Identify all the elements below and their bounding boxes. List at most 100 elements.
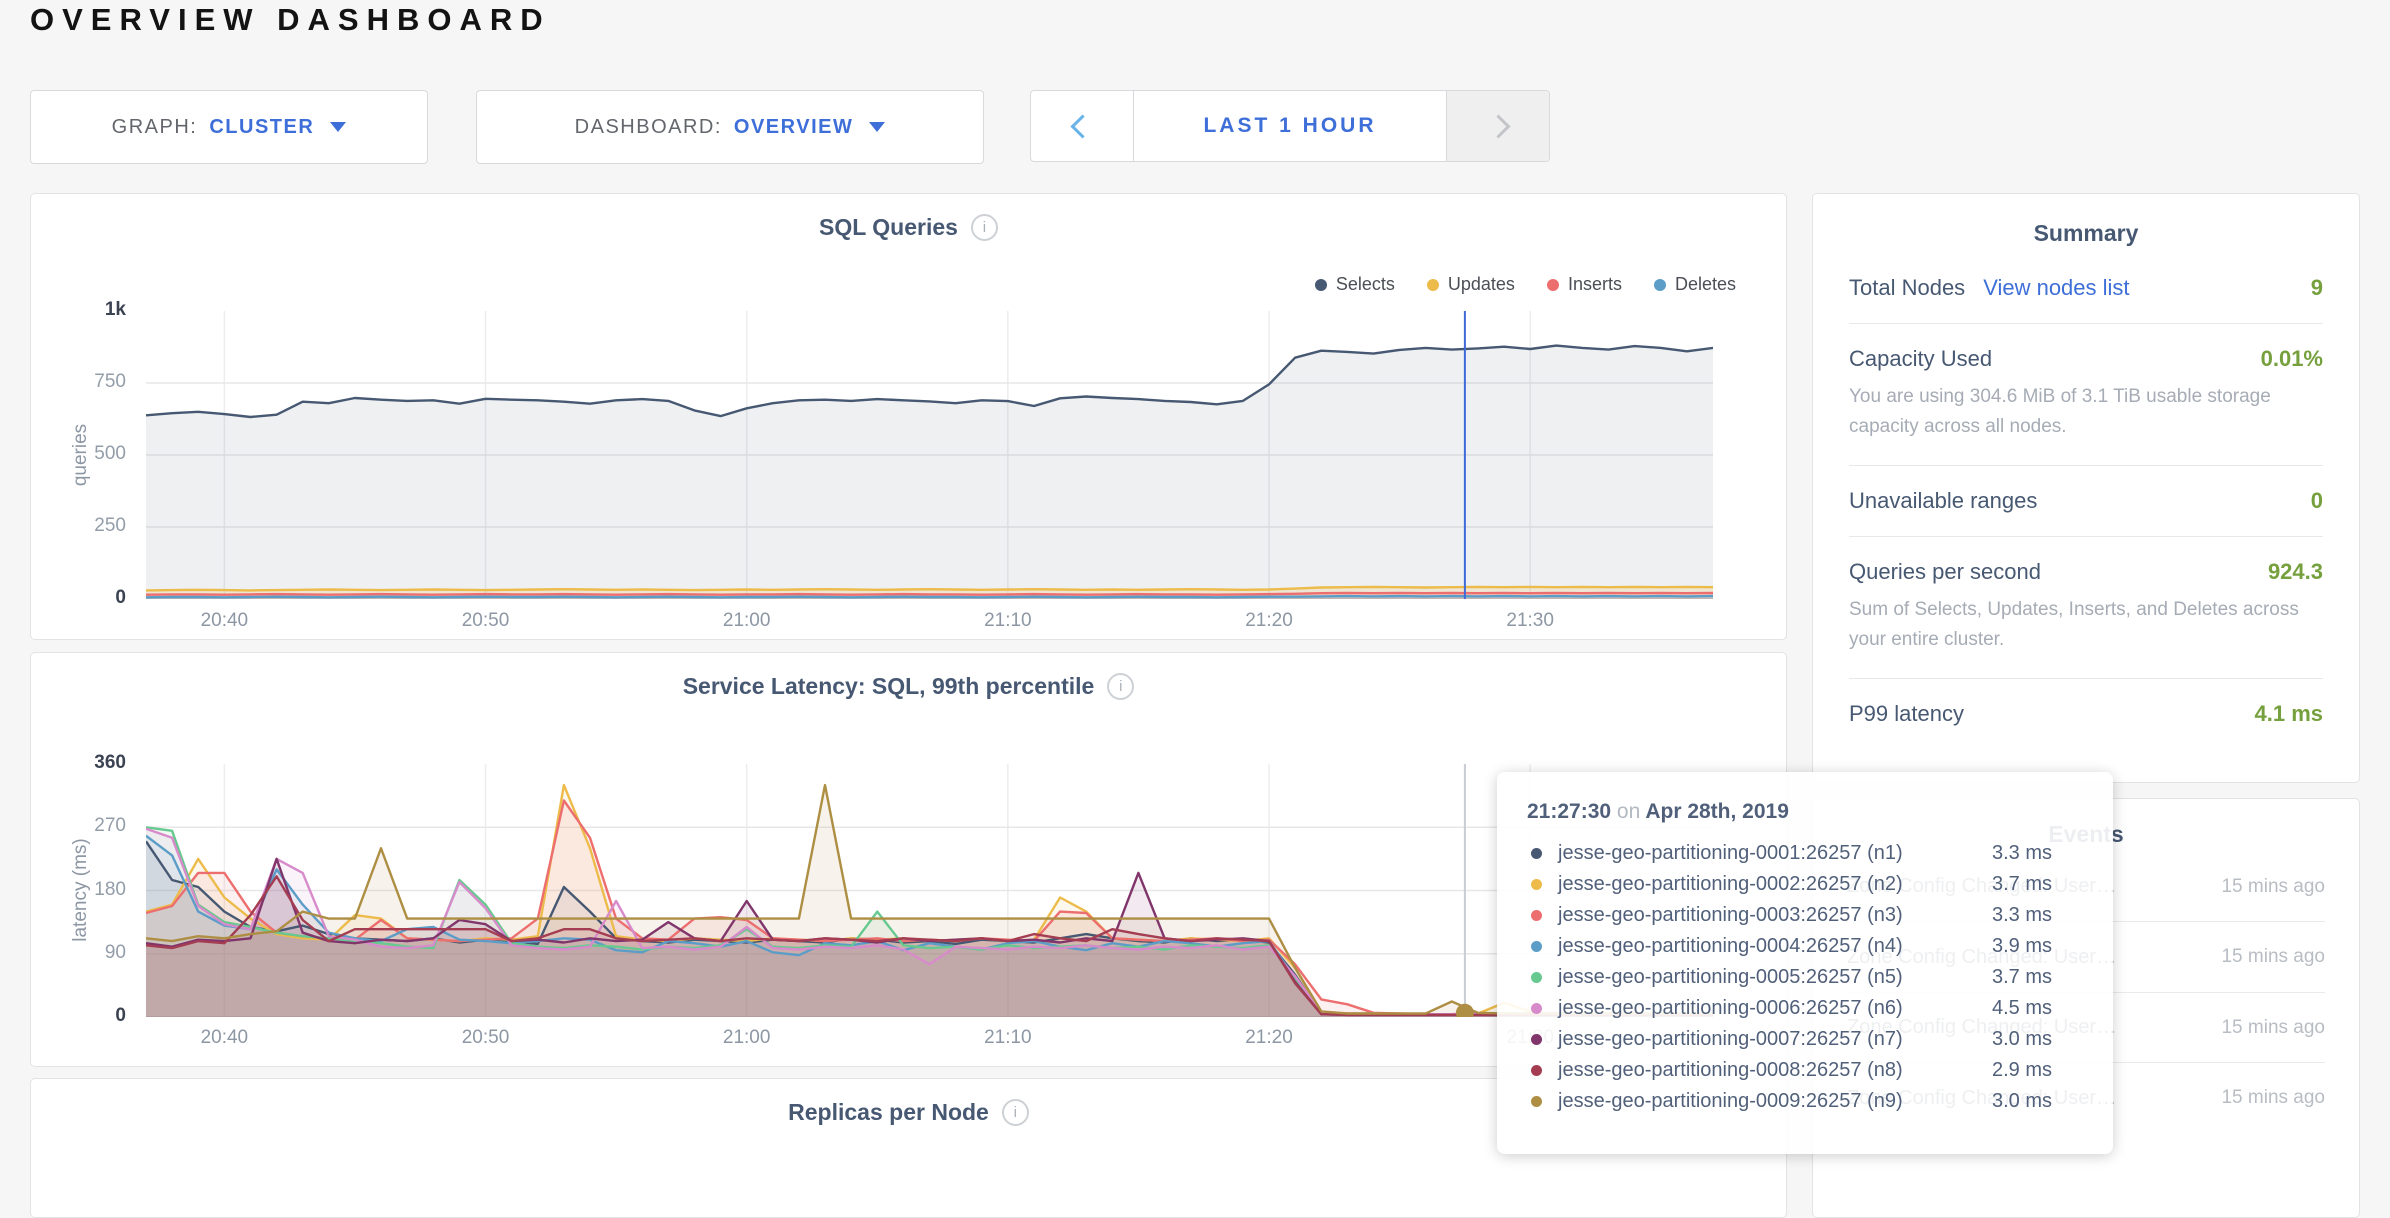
tooltip-node-value: 3.3 ms	[1992, 842, 2052, 865]
event-time: 15 mins ago	[2213, 1013, 2325, 1042]
graph-dropdown-value: CLUSTER	[209, 116, 314, 139]
x-tick-label: 20:50	[426, 610, 546, 632]
summary-row-total-nodes: Total Nodes View nodes list 9	[1849, 253, 2323, 324]
time-range-label[interactable]: LAST 1 HOUR	[1133, 91, 1447, 161]
tooltip-node-value: 4.5 ms	[1992, 997, 2052, 1020]
node-color-dot-icon	[1531, 1034, 1542, 1045]
graph-dropdown[interactable]: GRAPH: CLUSTER	[30, 90, 428, 164]
dashboard-dropdown[interactable]: DASHBOARD: OVERVIEW	[476, 90, 984, 164]
info-icon[interactable]: i	[971, 214, 998, 241]
summary-label: P99 latency	[1849, 701, 1964, 727]
node-color-dot-icon	[1531, 1096, 1542, 1107]
chevron-down-icon	[869, 122, 885, 132]
summary-label: Queries per second	[1849, 559, 2041, 585]
legend-item: Deletes	[1654, 274, 1736, 295]
graph-dropdown-label: GRAPH:	[112, 116, 198, 139]
tooltip-date: Apr 28th, 2019	[1645, 800, 1789, 823]
tooltip-node-name: jesse-geo-partitioning-0009:26257 (n9)	[1558, 1090, 1988, 1113]
time-prev-button[interactable]	[1031, 91, 1133, 161]
summary-label: Total Nodes	[1849, 275, 1965, 301]
tooltip-row: jesse-geo-partitioning-0009:26257 (n9)3.…	[1527, 1086, 2083, 1117]
chevron-down-icon	[330, 122, 346, 132]
summary-value: 924.3	[2268, 559, 2323, 585]
x-tick-label: 21:10	[948, 610, 1068, 632]
tooltip-row: jesse-geo-partitioning-0003:26257 (n3)3.…	[1527, 900, 2083, 931]
tooltip-node-name: jesse-geo-partitioning-0004:26257 (n4)	[1558, 935, 1988, 958]
summary-title: Summary	[1849, 220, 2323, 247]
sql-queries-plot[interactable]	[146, 311, 1713, 599]
legend-label: Inserts	[1568, 274, 1622, 295]
y-axis-title: latency (ms)	[70, 790, 92, 990]
x-tick-label: 20:40	[164, 610, 284, 632]
service-latency-plot[interactable]	[146, 764, 1713, 1017]
tooltip-row: jesse-geo-partitioning-0002:26257 (n2)3.…	[1527, 869, 2083, 900]
legend-item: Selects	[1315, 274, 1395, 295]
y-axis-title: queries	[70, 355, 92, 555]
time-next-button[interactable]	[1447, 91, 1549, 161]
tooltip-node-value: 2.9 ms	[1992, 1059, 2052, 1082]
tooltip-row: jesse-geo-partitioning-0008:26257 (n8)2.…	[1527, 1055, 2083, 1086]
node-color-dot-icon	[1531, 1003, 1542, 1014]
tooltip-node-value: 3.0 ms	[1992, 1028, 2052, 1051]
node-color-dot-icon	[1531, 848, 1542, 859]
dashboard-dropdown-label: DASHBOARD:	[575, 116, 722, 139]
x-tick-label: 21:00	[687, 610, 807, 632]
tooltip-node-name: jesse-geo-partitioning-0001:26257 (n1)	[1558, 842, 1988, 865]
view-nodes-list-link[interactable]: View nodes list	[1983, 275, 2129, 301]
info-icon[interactable]: i	[1002, 1099, 1029, 1126]
y-tick-label: 360	[31, 752, 126, 774]
tooltip-row: jesse-geo-partitioning-0005:26257 (n5)3.…	[1527, 962, 2083, 993]
summary-value: 9	[2311, 275, 2323, 301]
summary-subtext: Sum of Selects, Updates, Inserts, and De…	[1849, 595, 2323, 656]
summary-row-unavailable-ranges: Unavailable ranges 0	[1849, 466, 2323, 537]
x-tick-label: 20:40	[164, 1027, 284, 1049]
summary-row-p99-latency: P99 latency 4.1 ms	[1849, 679, 2323, 749]
summary-row-queries-per-second: Queries per second 924.3 Sum of Selects,…	[1849, 537, 2323, 679]
summary-label: Capacity Used	[1849, 346, 1992, 372]
tooltip-row: jesse-geo-partitioning-0006:26257 (n6)4.…	[1527, 993, 2083, 1024]
legend-dot-icon	[1654, 279, 1666, 291]
chart-title: Replicas per Node	[788, 1099, 989, 1126]
node-color-dot-icon	[1531, 941, 1542, 952]
legend-item: Inserts	[1547, 274, 1622, 295]
chart-legend: SelectsUpdatesInsertsDeletes	[1315, 274, 1736, 295]
legend-dot-icon	[1547, 279, 1559, 291]
summary-value: 4.1 ms	[2255, 701, 2324, 727]
tooltip-node-name: jesse-geo-partitioning-0007:26257 (n7)	[1558, 1028, 1988, 1051]
summary-label: Unavailable ranges	[1849, 488, 2037, 514]
chart-title: Service Latency: SQL, 99th percentile	[683, 673, 1095, 700]
tooltip-node-value: 3.0 ms	[1992, 1090, 2052, 1113]
overview-dashboard-page: OVERVIEW DASHBOARD GRAPH: CLUSTER DASHBO…	[0, 0, 2390, 1178]
series-line	[146, 596, 1713, 597]
series-area	[146, 785, 1713, 1017]
sql-queries-panel: SQL Queries i SelectsUpdatesInsertsDelet…	[30, 193, 1787, 640]
event-time: 15 mins ago	[2213, 942, 2325, 971]
legend-dot-icon	[1315, 279, 1327, 291]
tooltip-node-name: jesse-geo-partitioning-0002:26257 (n2)	[1558, 873, 1988, 896]
chevron-right-icon	[1486, 114, 1510, 138]
chevron-left-icon	[1070, 114, 1094, 138]
tooltip-node-value: 3.7 ms	[1992, 873, 2052, 896]
node-color-dot-icon	[1531, 879, 1542, 890]
tooltip-node-name: jesse-geo-partitioning-0008:26257 (n8)	[1558, 1059, 1988, 1082]
event-time: 15 mins ago	[2213, 1083, 2325, 1112]
time-range-selector: LAST 1 HOUR	[1030, 90, 1550, 162]
y-tick-label: 1k	[31, 299, 126, 321]
y-tick-label: 0	[31, 587, 126, 609]
chart-svg	[146, 311, 1713, 599]
y-tick-label: 0	[31, 1005, 126, 1027]
tooltip-on-word: on	[1617, 800, 1640, 823]
x-tick-label: 21:00	[687, 1027, 807, 1049]
chart-title-row: SQL Queries i	[31, 214, 1786, 241]
info-icon[interactable]: i	[1107, 673, 1134, 700]
chart-hover-tooltip: 21:27:30 on Apr 28th, 2019 jesse-geo-par…	[1497, 772, 2113, 1154]
tooltip-time: 21:27:30	[1527, 800, 1611, 823]
summary-panel: Summary Total Nodes View nodes list 9 Ca…	[1812, 193, 2360, 783]
tooltip-node-name: jesse-geo-partitioning-0006:26257 (n6)	[1558, 997, 1988, 1020]
tooltip-header: 21:27:30 on Apr 28th, 2019	[1527, 800, 2083, 824]
tooltip-node-name: jesse-geo-partitioning-0005:26257 (n5)	[1558, 966, 1988, 989]
tooltip-rows: jesse-geo-partitioning-0001:26257 (n1)3.…	[1527, 838, 2083, 1117]
tooltip-node-name: jesse-geo-partitioning-0003:26257 (n3)	[1558, 904, 1988, 927]
node-color-dot-icon	[1531, 972, 1542, 983]
x-tick-label: 21:30	[1470, 610, 1590, 632]
